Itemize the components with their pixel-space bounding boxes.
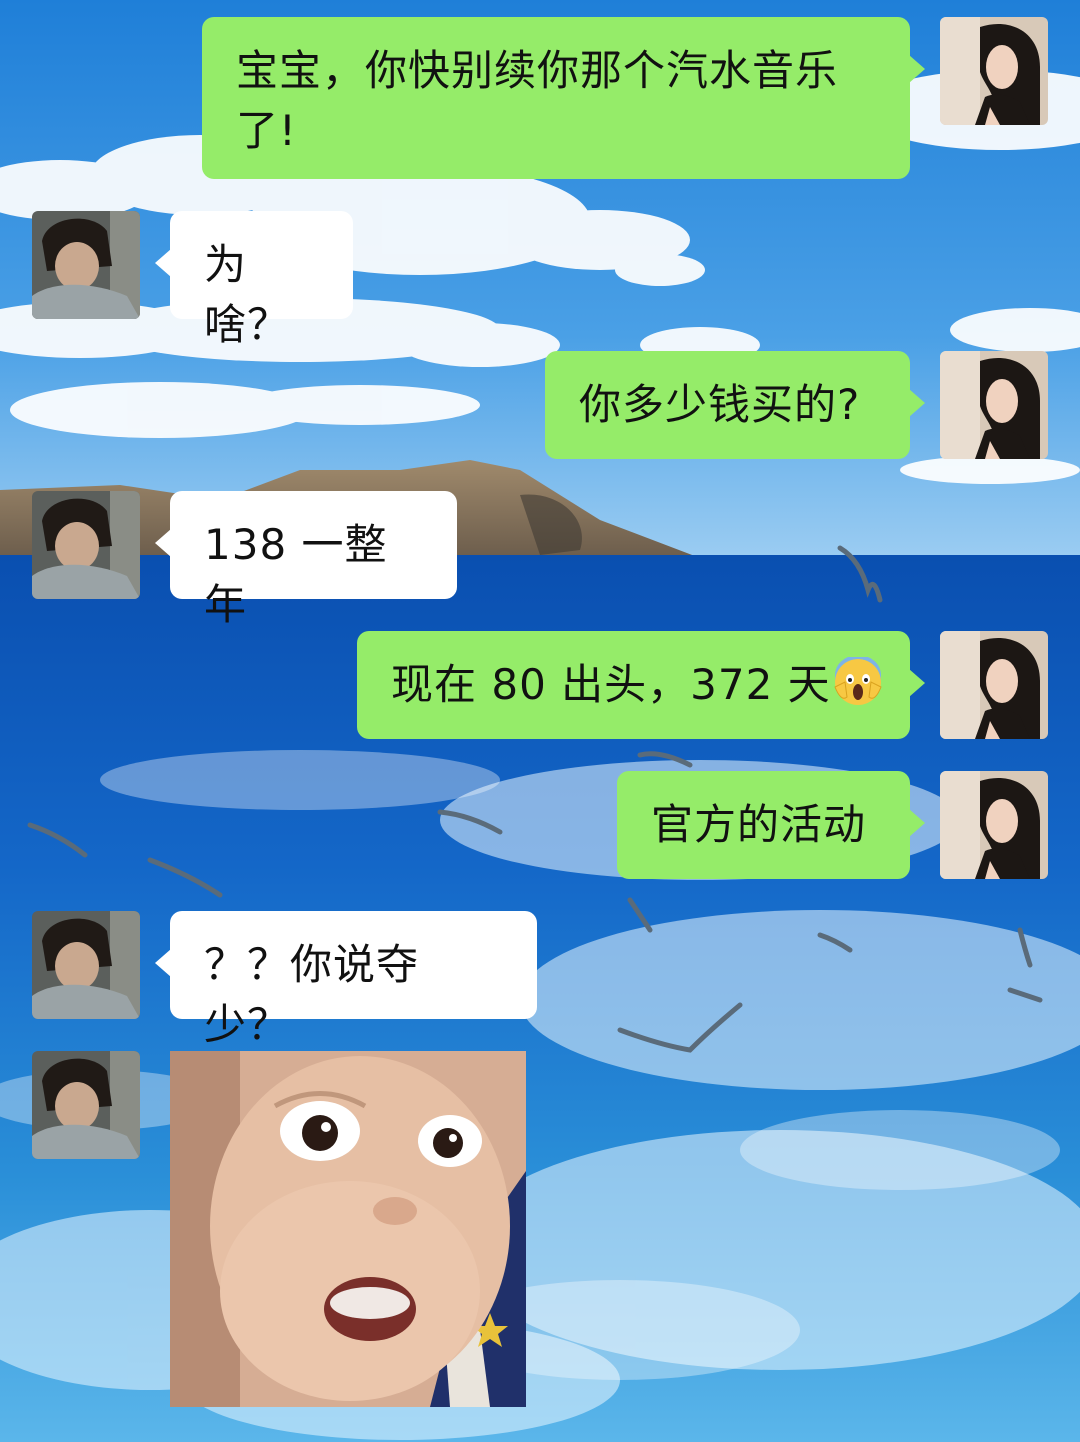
- man-portrait-icon: [32, 211, 140, 319]
- man-portrait-icon: [32, 1051, 140, 1159]
- message-text: 官方的活动: [651, 800, 867, 849]
- contact-avatar[interactable]: [32, 491, 140, 599]
- woman-portrait-icon: [940, 771, 1048, 879]
- message-bubble-incoming[interactable]: ？？你说夺少？: [155, 911, 537, 1049]
- my-avatar[interactable]: [940, 771, 1048, 879]
- message-bubble-outgoing[interactable]: 你多少钱买的?: [545, 351, 925, 459]
- message-bubble-incoming[interactable]: 为啥？: [155, 211, 353, 349]
- message-text: 为啥？: [204, 240, 291, 349]
- contact-avatar[interactable]: [32, 911, 140, 1019]
- my-avatar[interactable]: [940, 351, 1048, 459]
- message-text: 你多少钱买的?: [579, 380, 861, 429]
- woman-portrait-icon: [940, 631, 1048, 739]
- message-text: 现在 80 出头，372 天: [391, 660, 831, 709]
- woman-portrait-icon: [940, 351, 1048, 459]
- message-bubble-outgoing[interactable]: 官方的活动: [617, 771, 925, 879]
- message-bubble-incoming[interactable]: 138 一整年: [155, 491, 457, 629]
- message-bubble-outgoing[interactable]: 现在 80 出头，372 天: [357, 631, 925, 739]
- message-bubble-outgoing[interactable]: 宝宝，你快别续你那个汽水音乐了!: [202, 17, 925, 179]
- contact-avatar[interactable]: [32, 1051, 140, 1159]
- woman-portrait-icon: [940, 17, 1048, 125]
- man-portrait-icon: [32, 491, 140, 599]
- message-text: 宝宝，你快别续你那个汽水音乐了!: [236, 46, 839, 155]
- my-avatar[interactable]: [940, 631, 1048, 739]
- face-screaming-in-fear-icon: [834, 657, 882, 705]
- surprised-baby-face-sticker: [170, 1051, 526, 1407]
- man-portrait-icon: [32, 911, 140, 1019]
- contact-avatar[interactable]: [32, 211, 140, 319]
- sticker-message[interactable]: [170, 1051, 526, 1407]
- my-avatar[interactable]: [940, 17, 1048, 125]
